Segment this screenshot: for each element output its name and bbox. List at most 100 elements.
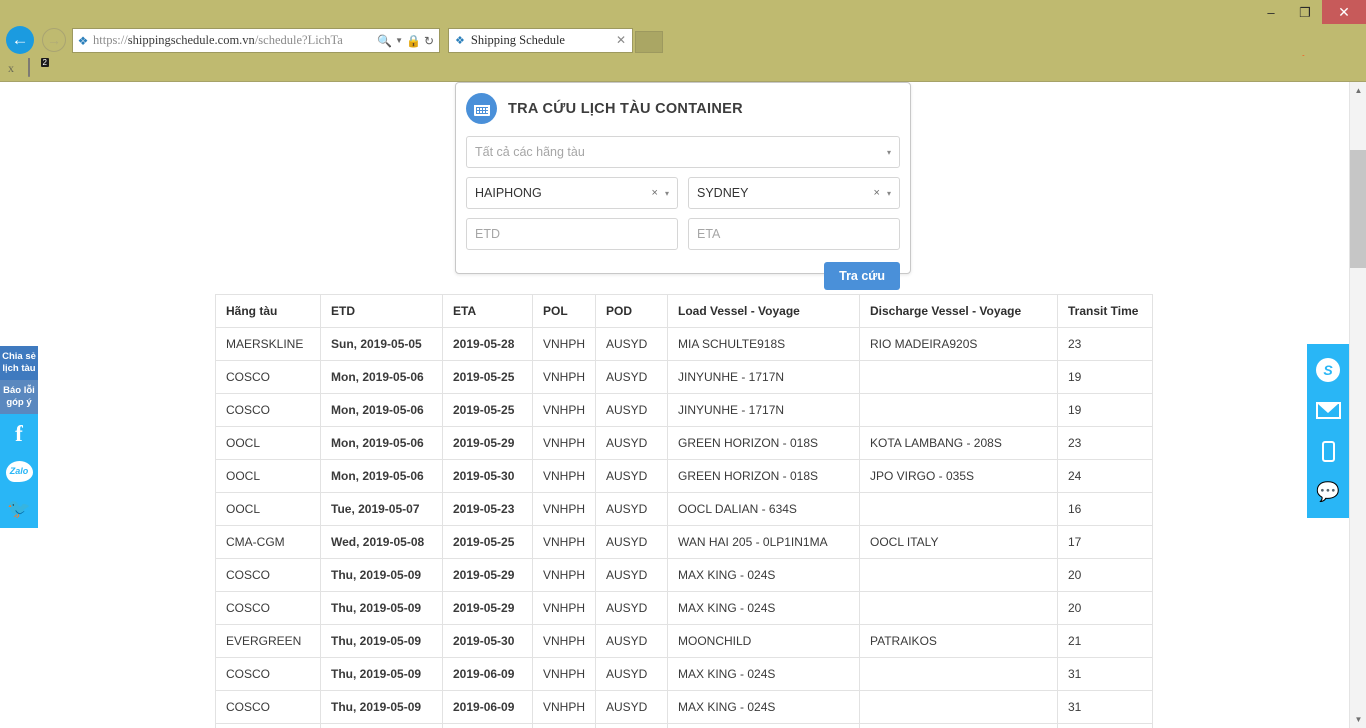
scroll-down-icon[interactable]: ▼ [1350, 711, 1366, 728]
table-cell: COSCO [216, 658, 321, 691]
card-actions: Tra cứu [466, 262, 900, 290]
table-cell: Oocl Yokohama-0142S [860, 724, 1058, 728]
chevron-down-icon[interactable]: ▼ [395, 36, 403, 45]
table-row[interactable]: COSCOThu, 2019-05-092019-06-09VNHPHAUSYD… [216, 691, 1153, 724]
table-row[interactable]: OOCLMon, 2019-05-062019-05-29VNHPHAUSYDG… [216, 427, 1153, 460]
tab-close-icon[interactable]: ✕ [616, 33, 626, 48]
padlock-icon: 🔒 [406, 34, 421, 48]
search-button[interactable]: Tra cứu [824, 262, 900, 290]
table-cell: OOCL [216, 427, 321, 460]
table-cell: COSCO [216, 691, 321, 724]
table-cell: 2019-05-23 [443, 493, 533, 526]
table-cell: AUSYD [596, 559, 668, 592]
facebook-glyph: f [15, 422, 23, 445]
twitter-glyph: 🐦 [7, 500, 31, 519]
twitter-icon[interactable]: 🐦 [0, 490, 38, 528]
pod-select[interactable]: SYDNEY × ▾ [688, 177, 900, 209]
table-cell: AUSYD [596, 460, 668, 493]
table-cell: COSCO [216, 361, 321, 394]
back-arrow-icon[interactable]: ← [6, 26, 34, 54]
skype-icon[interactable]: S [1307, 349, 1349, 390]
table-row[interactable]: EVERGREENThu, 2019-05-092019-05-30VNHPHA… [216, 625, 1153, 658]
mobile-phone-icon[interactable] [1307, 431, 1349, 472]
adblock-shield-icon[interactable]: 2 [28, 59, 48, 79]
table-row[interactable]: COSCOThu, 2019-05-092019-05-29VNHPHAUSYD… [216, 592, 1153, 625]
envelope-icon[interactable] [1307, 390, 1349, 431]
tab-favicon-icon: ❖ [455, 34, 465, 47]
table-cell: 26 [1058, 724, 1153, 728]
forward-arrow-icon[interactable]: → [42, 28, 66, 52]
column-header-0: Hãng tàu [216, 295, 321, 328]
facebook-icon[interactable]: f [0, 414, 38, 452]
table-cell: PIL [216, 724, 321, 728]
pol-select[interactable]: HAIPHONG × ▾ [466, 177, 678, 209]
chevron-down-icon[interactable]: ▾ [887, 148, 891, 157]
schedule-table: Hãng tàuETDETAPOLPODLoad Vessel - Voyage… [215, 294, 1153, 728]
table-cell [860, 592, 1058, 625]
table-cell: KOTA LAMBANG - 208S [860, 427, 1058, 460]
table-cell: OOCL ITALY [860, 526, 1058, 559]
table-cell [860, 559, 1058, 592]
table-cell: VNHPH [533, 361, 596, 394]
schedule-results: Hãng tàuETDETAPOLPODLoad Vessel - Voyage… [215, 294, 1152, 728]
table-cell: 2019-05-25 [443, 526, 533, 559]
close-window-button[interactable]: ✕ [1322, 0, 1366, 24]
magnifier-icon[interactable]: 🔍 [377, 34, 392, 48]
table-header: Hãng tàuETDETAPOLPODLoad Vessel - Voyage… [216, 295, 1153, 328]
table-cell: AUSYD [596, 394, 668, 427]
table-row[interactable]: PILFri, 2019-05-102019-06-05VNHPHAUSYDKo… [216, 724, 1153, 728]
table-cell: VNHPH [533, 625, 596, 658]
scroll-up-icon[interactable]: ▲ [1350, 82, 1366, 99]
table-row[interactable]: OOCLTue, 2019-05-072019-05-23VNHPHAUSYDO… [216, 493, 1153, 526]
table-cell: 2019-05-30 [443, 460, 533, 493]
table-row[interactable]: OOCLMon, 2019-05-062019-05-30VNHPHAUSYDG… [216, 460, 1153, 493]
etd-input[interactable]: ETD [466, 218, 678, 250]
table-cell: JPO VIRGO - 035S [860, 460, 1058, 493]
table-cell: 20 [1058, 559, 1153, 592]
table-row[interactable]: COSCOMon, 2019-05-062019-05-25VNHPHAUSYD… [216, 394, 1153, 427]
left-social-rail: Chia sẻlịch tàu Báo lỗigóp ý f Zalo 🐦 [0, 346, 38, 528]
refresh-icon[interactable]: ↻ [424, 34, 434, 48]
column-header-3: POL [533, 295, 596, 328]
port-row: HAIPHONG × ▾ SYDNEY × ▾ [466, 177, 900, 218]
clear-icon[interactable]: × [652, 187, 658, 199]
table-cell: AUSYD [596, 724, 668, 728]
scrollbar-thumb[interactable] [1350, 150, 1366, 268]
eta-input[interactable]: ETA [688, 218, 900, 250]
table-cell: Thu, 2019-05-09 [321, 625, 443, 658]
chat-glyph: 💬 [1316, 483, 1340, 502]
table-cell: Mon, 2019-05-06 [321, 427, 443, 460]
table-row[interactable]: MAERSKLINESun, 2019-05-052019-05-28VNHPH… [216, 328, 1153, 361]
table-cell: Wed, 2019-05-08 [321, 526, 443, 559]
table-cell: CMA-CGM [216, 526, 321, 559]
share-schedule-button[interactable]: Chia sẻlịch tàu [0, 346, 38, 380]
table-row[interactable]: COSCOThu, 2019-05-092019-06-09VNHPHAUSYD… [216, 658, 1153, 691]
address-bar[interactable]: ❖ https://shippingschedule.com.vn/schedu… [72, 28, 440, 53]
table-cell: 2019-05-29 [443, 592, 533, 625]
page-scrollbar[interactable]: ▲ ▼ [1349, 82, 1366, 728]
addon-close-icon[interactable]: x [8, 61, 14, 76]
table-cell: MAX KING - 024S [668, 691, 860, 724]
chat-icon[interactable]: 💬 [1307, 472, 1349, 513]
calendar-icon [466, 93, 497, 124]
minimize-button[interactable]: – [1254, 0, 1288, 24]
chevron-down-icon[interactable]: ▾ [665, 189, 669, 198]
clear-icon[interactable]: × [874, 187, 880, 199]
table-cell: AUSYD [596, 526, 668, 559]
table-row[interactable]: COSCOThu, 2019-05-092019-05-29VNHPHAUSYD… [216, 559, 1153, 592]
chevron-down-icon[interactable]: ▾ [887, 189, 891, 198]
table-cell: Tue, 2019-05-07 [321, 493, 443, 526]
report-feedback-button[interactable]: Báo lỗigóp ý [0, 380, 38, 414]
table-row[interactable]: COSCOMon, 2019-05-062019-05-25VNHPHAUSYD… [216, 361, 1153, 394]
maximize-button[interactable]: ❐ [1288, 0, 1322, 24]
column-header-5: Load Vessel - Voyage [668, 295, 860, 328]
carrier-select[interactable]: Tất cả các hãng tàu ▾ [466, 136, 900, 168]
pod-value: SYDNEY [697, 186, 874, 200]
tab-shipping-schedule[interactable]: ❖ Shipping Schedule ✕ [448, 28, 633, 53]
table-row[interactable]: CMA-CGMWed, 2019-05-082019-05-25VNHPHAUS… [216, 526, 1153, 559]
zalo-icon[interactable]: Zalo [0, 452, 38, 490]
new-tab-button[interactable] [635, 31, 663, 53]
envelope-glyph [1316, 402, 1341, 419]
column-header-1: ETD [321, 295, 443, 328]
right-contact-rail: S 💬 [1307, 344, 1349, 518]
